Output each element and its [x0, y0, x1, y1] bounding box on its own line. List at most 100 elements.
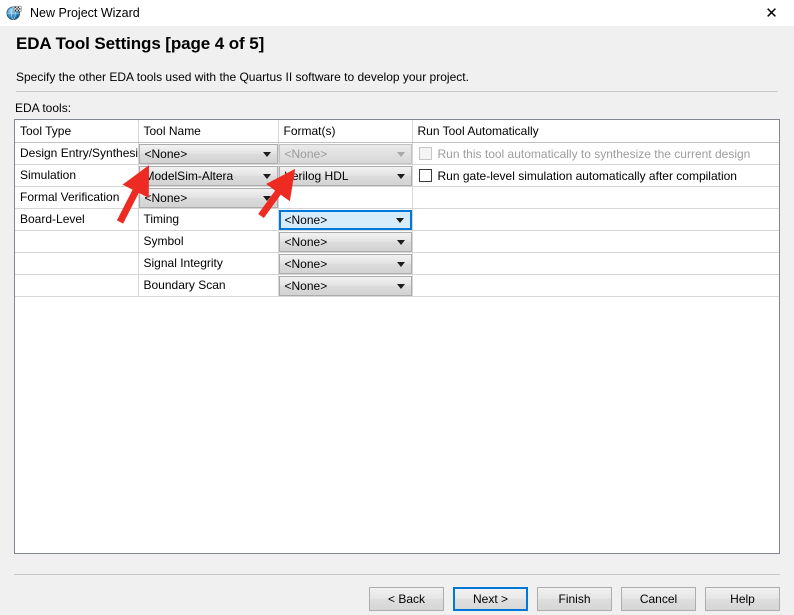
- column-header-tool-name: Tool Name: [138, 120, 279, 143]
- format-combo-timing[interactable]: <None>: [278, 209, 411, 230]
- eda-tools-label: EDA tools:: [15, 101, 72, 115]
- cell-run-tool: Run this tool automatically to synthesiz…: [412, 142, 779, 165]
- run-tool-checkbox-label: Run this tool automatically to synthesiz…: [437, 146, 751, 161]
- column-header-label: Format(s): [283, 123, 336, 138]
- cell-format: <None>: [278, 142, 413, 165]
- tool-name-combo-design-entry[interactable]: <None>: [138, 143, 277, 164]
- combo-value: <None>: [284, 278, 328, 293]
- combo-value: <None>: [144, 146, 188, 161]
- format-combo-simulation[interactable]: Verilog HDL: [278, 165, 411, 186]
- column-header-label: Tool Type: [20, 123, 72, 138]
- chevron-down-icon: [396, 151, 405, 157]
- cell-tool-name: ModelSim-Altera: [138, 164, 279, 187]
- cell-run-tool-empty: [412, 252, 779, 275]
- table-row: Board-Level Timing <None>: [15, 208, 779, 231]
- tool-type-label: Simulation: [20, 168, 77, 182]
- combo-value: <None>: [284, 234, 328, 249]
- cell-run-tool-empty: [412, 274, 779, 297]
- dialog-button-row: < Back Next > Finish Cancel Help: [0, 587, 794, 611]
- combo-value: <None>: [144, 190, 188, 205]
- chevron-down-icon: [395, 217, 404, 223]
- cell-format: <None>: [278, 230, 413, 253]
- tool-type-label: Board-Level: [20, 212, 85, 226]
- eda-tools-table-container: Tool Type Tool Name Format(s) Run Tool A…: [14, 119, 780, 554]
- cell-format: <None>: [278, 274, 413, 297]
- help-button[interactable]: Help: [705, 587, 780, 611]
- tool-name-label: Signal Integrity: [143, 256, 223, 270]
- close-icon[interactable]: ✕: [749, 0, 794, 26]
- tool-name-label: Timing: [143, 212, 180, 226]
- chevron-down-icon: [396, 283, 405, 289]
- column-header-label: Run Tool Automatically: [417, 123, 539, 138]
- cell-tool-type: Simulation: [15, 164, 139, 187]
- cell-run-tool-empty: [412, 230, 779, 253]
- cell-tool-type: Board-Level: [15, 208, 139, 231]
- finish-button[interactable]: Finish: [537, 587, 612, 611]
- chevron-down-icon: [396, 239, 405, 245]
- cell-format: <None>: [278, 208, 413, 231]
- combo-value: <None>: [284, 146, 328, 161]
- cancel-button[interactable]: Cancel: [621, 587, 696, 611]
- table-header-row: Tool Type Tool Name Format(s) Run Tool A…: [15, 120, 779, 143]
- format-combo-signal-integrity[interactable]: <None>: [278, 253, 411, 274]
- cell-tool-name: Signal Integrity: [138, 252, 279, 275]
- cell-format: Verilog HDL: [278, 164, 413, 187]
- chevron-down-icon: [262, 195, 271, 201]
- tool-type-label: Formal Verification: [20, 190, 120, 204]
- cell-tool-name: <None>: [138, 142, 279, 165]
- column-header-label: Tool Name: [143, 123, 201, 138]
- format-combo-boundary-scan[interactable]: <None>: [278, 275, 411, 296]
- cell-tool-type: Design Entry/Synthesis: [15, 142, 139, 165]
- cell-tool-name: Symbol: [138, 230, 279, 253]
- table-row: Design Entry/Synthesis <None> <None> Run…: [15, 142, 779, 165]
- column-header-formats: Format(s): [278, 120, 413, 143]
- chevron-down-icon: [262, 173, 271, 179]
- footer-divider: [14, 574, 780, 575]
- window-titlebar: New Project Wizard ✕: [0, 0, 794, 26]
- quartus-globe-icon: [6, 5, 22, 21]
- combo-value: ModelSim-Altera: [144, 168, 234, 183]
- table-row: Formal Verification <None>: [15, 186, 779, 209]
- tool-type-label: Design Entry/Synthesis: [20, 146, 138, 160]
- column-header-run-tool-automatically: Run Tool Automatically: [412, 120, 779, 143]
- tool-name-combo-formal-verification[interactable]: <None>: [138, 187, 277, 208]
- back-button[interactable]: < Back: [369, 587, 444, 611]
- run-tool-checkbox-row-design-entry: Run this tool automatically to synthesiz…: [413, 143, 779, 164]
- run-tool-checkbox-simulation[interactable]: [418, 169, 432, 182]
- chevron-down-icon: [262, 151, 271, 157]
- run-tool-checkbox-label: Run gate-level simulation automatically …: [437, 168, 737, 183]
- column-header-tool-type: Tool Type: [15, 120, 139, 143]
- tool-name-label: Symbol: [143, 234, 184, 248]
- chevron-down-icon: [396, 173, 405, 179]
- page-subtitle: Specify the other EDA tools used with th…: [16, 70, 469, 84]
- cell-tool-type: [15, 252, 139, 275]
- combo-value: <None>: [284, 212, 328, 227]
- table-row: Boundary Scan <None>: [15, 274, 779, 297]
- cell-tool-name: Timing: [138, 208, 279, 231]
- combo-value: Verilog HDL: [284, 168, 349, 183]
- next-button[interactable]: Next >: [453, 587, 528, 611]
- combo-value: <None>: [284, 256, 328, 271]
- header-divider: [16, 91, 778, 92]
- cell-tool-type: [15, 230, 139, 253]
- cell-run-tool-empty: [412, 208, 779, 231]
- run-tool-checkbox-design-entry: [418, 147, 432, 160]
- cell-format: <None>: [278, 252, 413, 275]
- table-row: Signal Integrity <None>: [15, 252, 779, 275]
- table-row: Symbol <None>: [15, 230, 779, 253]
- cell-format-empty: [278, 186, 413, 209]
- tool-name-combo-simulation[interactable]: ModelSim-Altera: [138, 165, 277, 186]
- format-combo-symbol[interactable]: <None>: [278, 231, 411, 252]
- cell-tool-name: Boundary Scan: [138, 274, 279, 297]
- chevron-down-icon: [396, 261, 405, 267]
- tool-name-label: Boundary Scan: [143, 278, 226, 292]
- page-title: EDA Tool Settings [page 4 of 5]: [16, 34, 265, 53]
- table-row: Simulation ModelSim-Altera Verilog HDL R…: [15, 164, 779, 187]
- cell-tool-type: Formal Verification: [15, 186, 139, 209]
- cell-run-tool: Run gate-level simulation automatically …: [412, 164, 779, 187]
- cell-tool-type: [15, 274, 139, 297]
- run-tool-checkbox-row-simulation[interactable]: Run gate-level simulation automatically …: [413, 165, 779, 186]
- cell-run-tool-empty: [412, 186, 779, 209]
- format-combo-design-entry: <None>: [278, 143, 411, 164]
- eda-tools-table: Tool Type Tool Name Format(s) Run Tool A…: [15, 120, 779, 297]
